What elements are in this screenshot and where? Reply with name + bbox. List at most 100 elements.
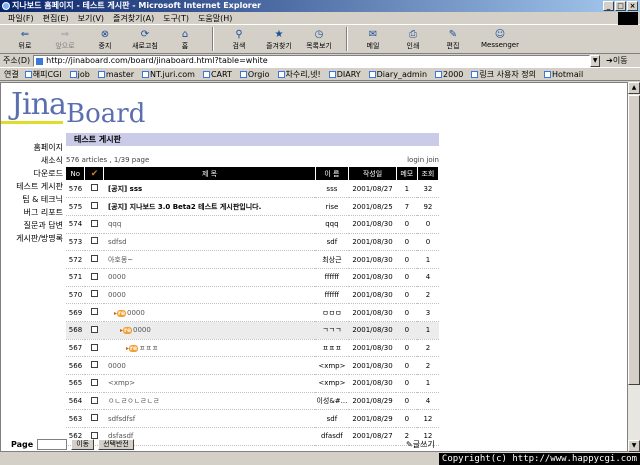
subject-link[interactable]: [공지] 지나보드 3.0 Beta2 테스트 게시판입니다. bbox=[108, 203, 261, 211]
nav-test-board[interactable]: 테스트 게시판 bbox=[1, 180, 63, 193]
menu-edit[interactable]: 편집(E) bbox=[43, 13, 69, 24]
write-button[interactable]: ✎글쓰기 bbox=[406, 439, 435, 450]
row-check[interactable] bbox=[84, 321, 104, 340]
nav-news[interactable]: 새소식 bbox=[1, 154, 63, 167]
site-logo[interactable]: Jina Board bbox=[1, 83, 627, 129]
login-join-links[interactable]: login join bbox=[407, 153, 439, 167]
table-row[interactable]: 571 0000 ffffff 2001/08/30 0 4 bbox=[66, 268, 439, 287]
forward-button[interactable]: ⇒ 앞으로 bbox=[46, 26, 84, 52]
table-row[interactable]: 566 0000 <xmp> 2001/08/30 0 2 bbox=[66, 356, 439, 376]
row-subject[interactable]: qqq bbox=[103, 215, 316, 234]
nav-home[interactable]: 홈페이지 bbox=[1, 141, 63, 154]
nav-download[interactable]: 다운로드 bbox=[1, 167, 63, 180]
row-checkbox[interactable] bbox=[90, 414, 98, 422]
nav-bug-report[interactable]: 버그 리포트 bbox=[1, 206, 63, 219]
link-item[interactable]: job bbox=[69, 70, 90, 79]
table-row[interactable]: 570 0000 ffffff 2001/08/30 0 2 bbox=[66, 286, 439, 305]
subject-link[interactable]: 0000 bbox=[108, 273, 126, 281]
subject-link[interactable]: <xmp> bbox=[108, 379, 135, 387]
row-check[interactable] bbox=[84, 197, 104, 216]
row-checkbox[interactable] bbox=[90, 219, 98, 227]
row-check[interactable] bbox=[84, 339, 104, 358]
subject-link[interactable]: qqq bbox=[108, 220, 121, 228]
maximize-button[interactable]: □ bbox=[615, 1, 626, 11]
table-row[interactable]: 569 ▸re 0000 ㅁㅁㅁ 2001/08/30 0 3 bbox=[66, 303, 439, 322]
link-item[interactable]: 2000 bbox=[435, 70, 463, 79]
home-button[interactable]: ⌂ 홈 bbox=[166, 26, 204, 52]
search-button[interactable]: ⚲ 검색 bbox=[220, 26, 258, 52]
table-row[interactable]: 576 [공지] sss sss 2001/08/27 1 32 bbox=[66, 180, 439, 199]
link-item[interactable]: Diary_admin bbox=[368, 70, 427, 79]
go-button[interactable]: ➔이동 bbox=[606, 55, 627, 66]
history-button[interactable]: ◷ 목록보기 bbox=[300, 26, 338, 52]
table-row[interactable]: 565 <xmp> <xmp> 2001/08/30 0 1 bbox=[66, 374, 439, 393]
subject-link[interactable]: [공지] sss bbox=[108, 185, 142, 193]
scroll-down-button[interactable]: ▼ bbox=[628, 440, 640, 452]
vertical-scrollbar[interactable]: ▲ ▼ bbox=[628, 82, 640, 452]
row-checkbox[interactable] bbox=[90, 378, 98, 386]
link-item[interactable]: CART bbox=[202, 70, 232, 79]
row-check[interactable] bbox=[84, 180, 104, 199]
row-check[interactable] bbox=[84, 392, 104, 411]
link-item[interactable]: 해피CGI bbox=[24, 69, 62, 80]
stop-button[interactable]: ⊗ 중지 bbox=[86, 26, 124, 52]
messenger-button[interactable]: ☺ Messenger bbox=[474, 26, 526, 52]
page-input[interactable] bbox=[37, 439, 68, 450]
back-button[interactable]: ⇐ 뒤로 bbox=[6, 26, 44, 52]
invert-selection-button[interactable]: 선택반전 bbox=[98, 439, 134, 450]
nav-guestbook[interactable]: 게시판/방명록 bbox=[1, 232, 63, 245]
row-checkbox[interactable] bbox=[90, 396, 98, 404]
row-checkbox[interactable] bbox=[90, 237, 98, 245]
link-item[interactable]: 링크 사용자 정의 bbox=[471, 69, 536, 80]
subject-link[interactable]: 0000 bbox=[133, 326, 151, 334]
close-button[interactable]: × bbox=[627, 1, 638, 11]
row-checkbox[interactable] bbox=[90, 272, 98, 280]
subject-link[interactable]: 0000 bbox=[108, 362, 126, 370]
table-row[interactable]: 574 qqq qqq 2001/08/30 0 0 bbox=[66, 215, 439, 234]
row-subject[interactable]: [공지] sss bbox=[103, 180, 316, 199]
row-subject[interactable]: ▸re 0000 bbox=[103, 303, 316, 322]
menu-help[interactable]: 도움말(H) bbox=[198, 13, 232, 24]
menu-view[interactable]: 보기(V) bbox=[78, 13, 104, 24]
row-checkbox[interactable] bbox=[90, 308, 98, 316]
subject-link[interactable]: 0000 bbox=[108, 291, 126, 299]
row-checkbox[interactable] bbox=[90, 290, 98, 298]
mail-button[interactable]: ✉ 메일 bbox=[354, 26, 392, 52]
row-subject[interactable]: 0000 bbox=[103, 356, 316, 376]
table-row[interactable]: 573 sdfsd sdf 2001/08/30 0 0 bbox=[66, 233, 439, 252]
row-subject[interactable]: ▸re ㅍㅍㅍ bbox=[103, 339, 316, 358]
link-item[interactable]: Orgio bbox=[239, 70, 270, 79]
address-input[interactable]: http://jinaboard.com/board/jinaboard.htm… bbox=[33, 54, 591, 67]
row-checkbox[interactable] bbox=[90, 431, 98, 439]
link-item[interactable]: master bbox=[97, 70, 134, 79]
row-checkbox[interactable] bbox=[90, 255, 98, 263]
row-check[interactable] bbox=[84, 268, 104, 287]
print-button[interactable]: ⎙ 인쇄 bbox=[394, 26, 432, 52]
table-row[interactable]: 572 아호몽~ 최상근 2001/08/30 0 1 bbox=[66, 250, 439, 269]
scroll-up-button[interactable]: ▲ bbox=[628, 82, 640, 94]
row-check[interactable] bbox=[84, 374, 104, 393]
subject-link[interactable]: ㅇㄴㄹㅇㄴㄹㄴㄹ bbox=[108, 397, 160, 405]
table-row[interactable]: 564 ㅇㄴㄹㅇㄴㄹㄴㄹ 이성&#... 2001/08/29 0 4 bbox=[66, 392, 439, 411]
subject-link[interactable]: 0000 bbox=[127, 309, 145, 317]
scroll-thumb[interactable] bbox=[628, 95, 640, 385]
subject-link[interactable]: 아호몽~ bbox=[108, 256, 133, 264]
row-subject[interactable]: ㅇㄴㄹㅇㄴㄹㄴㄹ bbox=[103, 392, 316, 411]
row-checkbox[interactable] bbox=[90, 343, 98, 351]
row-check[interactable] bbox=[84, 409, 104, 429]
link-item[interactable]: NT.juri.com bbox=[142, 70, 195, 79]
table-row[interactable]: 568 ▸re 0000 ㄱㄱㄱ 2001/08/30 0 1 bbox=[66, 321, 439, 340]
edit-button[interactable]: ✎ 편집 bbox=[434, 26, 472, 52]
menu-favorites[interactable]: 즐겨찾기(A) bbox=[113, 13, 154, 24]
table-row[interactable]: 563 sdfsdfsf sdf 2001/08/29 0 12 bbox=[66, 409, 439, 429]
row-checkbox[interactable] bbox=[90, 202, 98, 210]
link-item[interactable]: 차수리,넷! bbox=[277, 69, 321, 80]
address-dropdown-button[interactable]: ▼ bbox=[590, 54, 601, 67]
subject-link[interactable]: ㅍㅍㅍ bbox=[139, 344, 158, 352]
row-check[interactable] bbox=[84, 233, 104, 252]
row-subject[interactable]: [공지] 지나보드 3.0 Beta2 테스트 게시판입니다. bbox=[103, 197, 316, 216]
subject-link[interactable]: sdfsd bbox=[108, 238, 127, 246]
row-check[interactable] bbox=[84, 303, 104, 322]
row-subject[interactable]: 0000 bbox=[103, 286, 316, 305]
minimize-button[interactable]: _ bbox=[603, 1, 614, 11]
